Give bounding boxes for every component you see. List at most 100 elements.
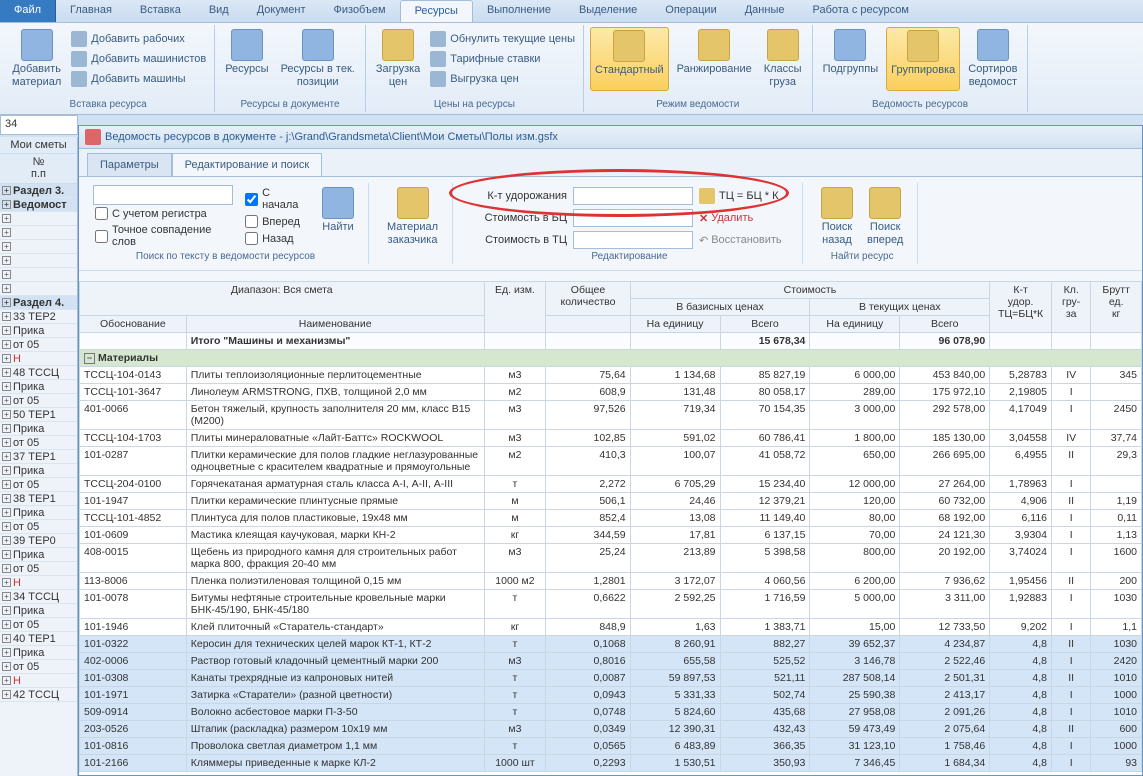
find-forward-button[interactable]: Поиск вперед [863, 185, 907, 249]
exact-match-checkbox[interactable]: Точное совпадение слов [93, 222, 233, 250]
resource-grid[interactable]: Диапазон: Вся смета Ед. изм. Общее колич… [79, 281, 1142, 775]
left-row[interactable]: +Прика [0, 604, 77, 618]
left-row[interactable]: +Прика [0, 380, 77, 394]
left-row[interactable]: +от 05 [0, 394, 77, 408]
subgroups-button[interactable]: Подгруппы [819, 27, 883, 91]
left-row[interactable]: +Н [0, 576, 77, 590]
menu-tab[interactable]: Вставка [126, 0, 195, 22]
menu-tab[interactable]: Операции [651, 0, 730, 22]
left-row[interactable]: +от 05 [0, 520, 77, 534]
left-row[interactable]: + [0, 226, 77, 240]
table-row[interactable]: 101-1946Клей плиточный «Старатель-станда… [80, 619, 1142, 636]
left-row[interactable]: + [0, 240, 77, 254]
table-row[interactable]: 101-2166Кляммеры приведенные к марке КЛ-… [80, 755, 1142, 772]
load-prices-button[interactable]: Загрузка цен [372, 27, 424, 91]
table-row[interactable]: ТССЦ-101-4852Плинтуса для полов пластико… [80, 510, 1142, 527]
zero-prices-button[interactable]: Обнулить текущие цены [428, 30, 577, 48]
delete-button[interactable]: Удалить [699, 212, 753, 225]
find-button[interactable]: Найти [318, 185, 358, 250]
left-row[interactable]: +Прика [0, 646, 77, 660]
menu-tab[interactable]: Ресурсы [400, 0, 473, 22]
total-row[interactable]: Итого "Машины и механизмы"15 678,3496 07… [80, 333, 1142, 350]
left-row[interactable]: +Прика [0, 506, 77, 520]
left-row[interactable]: + [0, 282, 77, 296]
left-row[interactable]: +Н [0, 674, 77, 688]
tab-edit-search[interactable]: Редактирование и поиск [172, 153, 323, 176]
category-row[interactable]: −Материалы [80, 350, 1142, 367]
add-machines-button[interactable]: Добавить машины [69, 70, 208, 88]
left-row[interactable]: +Ведомост [0, 198, 77, 212]
k-coef-input[interactable] [573, 187, 693, 205]
standard-view-button[interactable]: Стандартный [590, 27, 669, 91]
left-row[interactable]: +38 ТЕР1 [0, 492, 77, 506]
left-row[interactable]: +от 05 [0, 338, 77, 352]
left-row[interactable]: +Прика [0, 464, 77, 478]
table-row[interactable]: 203-0526Штапик (раскладка) размером 10х1… [80, 721, 1142, 738]
left-row[interactable]: +40 ТЕР1 [0, 632, 77, 646]
customer-material-button[interactable]: Материал заказчика [383, 185, 442, 249]
table-row[interactable]: ТССЦ-204-0100Горячекатаная арматурная ст… [80, 476, 1142, 493]
classes-button[interactable]: Классы груза [760, 27, 806, 91]
table-row[interactable]: 101-0816Проволока светлая диаметром 1,1 … [80, 738, 1142, 755]
table-row[interactable]: 113-8006Пленка полиэтиленовая толщиной 0… [80, 573, 1142, 590]
left-row[interactable]: +34 ТССЦ [0, 590, 77, 604]
table-row[interactable]: 101-0322Керосин для технических целей ма… [80, 636, 1142, 653]
resources-button[interactable]: Ресурсы [221, 27, 272, 91]
left-row[interactable]: +33 ТЕР2 [0, 310, 77, 324]
table-row[interactable]: 401-0066Бетон тяжелый, крупность заполни… [80, 401, 1142, 430]
left-row[interactable]: +от 05 [0, 562, 77, 576]
back-checkbox[interactable]: Назад [243, 230, 308, 247]
table-row[interactable]: 101-0308Канаты трехрядные из капроновых … [80, 670, 1142, 687]
formula-bar[interactable]: 34 [0, 115, 78, 135]
menu-tab[interactable]: Главная [56, 0, 126, 22]
table-row[interactable]: ТССЦ-104-0143Плиты теплоизоляционные пер… [80, 367, 1142, 384]
left-row[interactable]: +от 05 [0, 436, 77, 450]
find-back-button[interactable]: Поиск назад [817, 185, 857, 249]
left-row[interactable]: +42 ТССЦ [0, 688, 77, 702]
left-row[interactable]: +от 05 [0, 660, 77, 674]
left-row[interactable]: +от 05 [0, 478, 77, 492]
table-row[interactable]: 509-0914Волокно асбестовое марки П-3-50т… [80, 704, 1142, 721]
left-row[interactable]: +Прика [0, 548, 77, 562]
add-machinists-button[interactable]: Добавить машинистов [69, 50, 208, 68]
left-tab[interactable]: Мои сметы [0, 137, 77, 154]
from-start-checkbox[interactable]: С начала [243, 185, 308, 213]
table-row[interactable]: 408-0015Щебень из природного камня для с… [80, 544, 1142, 573]
left-row[interactable]: +50 ТЕР1 [0, 408, 77, 422]
file-menu[interactable]: Файл [0, 0, 56, 22]
menu-tab[interactable]: Вид [195, 0, 243, 22]
add-material-button[interactable]: Добавить материал [8, 27, 65, 91]
menu-tab[interactable]: Физобъем [320, 0, 400, 22]
left-row[interactable]: +48 ТССЦ [0, 366, 77, 380]
table-row[interactable]: 101-0609Мастика клеящая каучуковая, марк… [80, 527, 1142, 544]
menu-tab[interactable]: Выполнение [473, 0, 565, 22]
forward-checkbox[interactable]: Вперед [243, 213, 308, 230]
left-row[interactable]: +Раздел 3. [0, 184, 77, 198]
tariff-button[interactable]: Тарифные ставки [428, 50, 577, 68]
sorting-button[interactable]: Сортиров ведомост [964, 27, 1021, 91]
cost-bc-input[interactable] [573, 209, 693, 227]
export-prices-button[interactable]: Выгрузка цен [428, 70, 577, 88]
with-case-checkbox[interactable]: С учетом регистра [93, 205, 233, 222]
left-row[interactable]: +37 ТЕР1 [0, 450, 77, 464]
table-row[interactable]: 402-0006Раствор готовый кладочный цемент… [80, 653, 1142, 670]
left-row[interactable]: + [0, 268, 77, 282]
left-row[interactable]: +от 05 [0, 618, 77, 632]
left-row[interactable]: +Прика [0, 422, 77, 436]
grouping-button[interactable]: Группировка [886, 27, 960, 91]
menu-tab[interactable]: Документ [243, 0, 320, 22]
menu-tab[interactable]: Выделение [565, 0, 651, 22]
search-input[interactable] [93, 185, 233, 205]
table-row[interactable]: 101-1947Плитки керамические плинтусные п… [80, 493, 1142, 510]
table-row[interactable]: 101-0078Битумы нефтяные строительные кро… [80, 590, 1142, 619]
left-row[interactable]: +Раздел 4. [0, 296, 77, 310]
left-row[interactable]: +Н [0, 352, 77, 366]
left-row[interactable]: +Прика [0, 324, 77, 338]
menu-tab[interactable]: Данные [731, 0, 799, 22]
ranking-button[interactable]: Ранжирование [673, 27, 756, 91]
left-row[interactable]: +39 ТЕР0 [0, 534, 77, 548]
menu-tab[interactable]: Работа с ресурсом [798, 0, 922, 22]
add-workers-button[interactable]: Добавить рабочих [69, 30, 208, 48]
table-row[interactable]: 101-1971Затирка «Старатели» (разной цвет… [80, 687, 1142, 704]
tab-params[interactable]: Параметры [87, 153, 172, 176]
